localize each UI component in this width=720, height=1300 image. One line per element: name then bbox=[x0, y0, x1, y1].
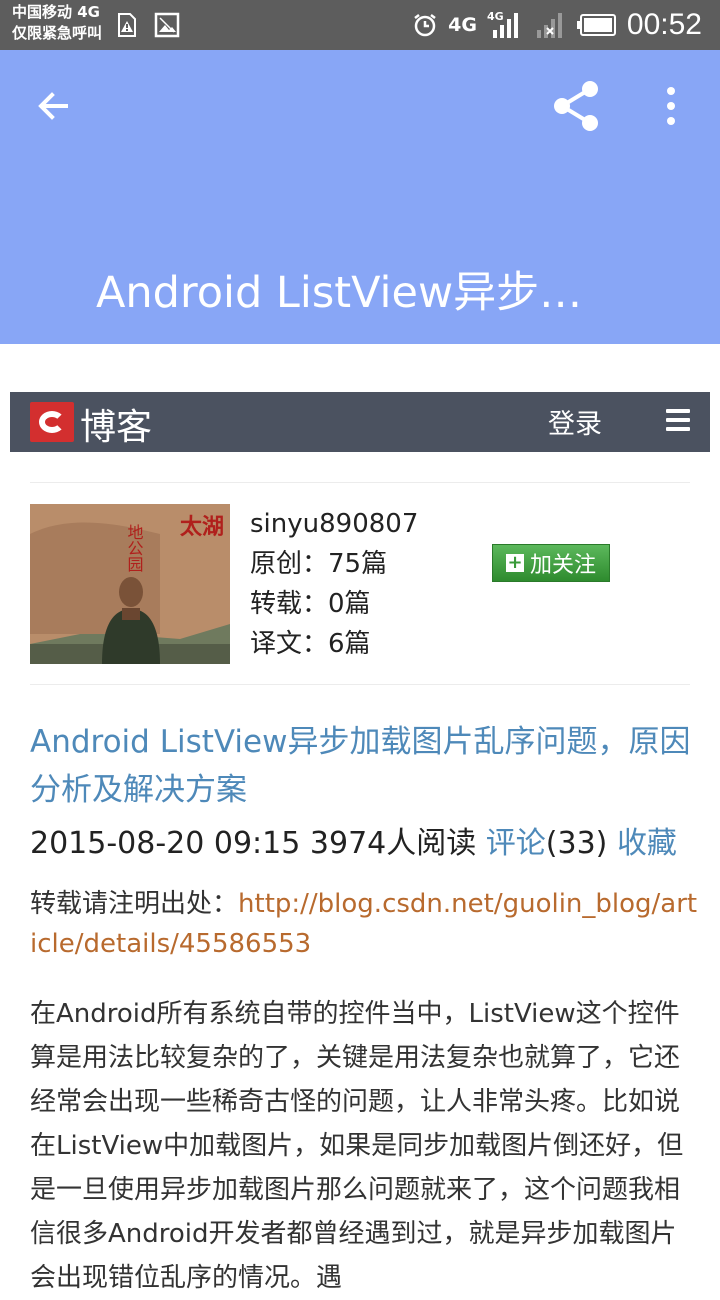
more-vert-icon[interactable] bbox=[656, 84, 686, 128]
avatar[interactable]: 太湖 地公园 bbox=[30, 504, 230, 664]
hamburger-menu-icon[interactable] bbox=[666, 409, 690, 435]
svg-text:太湖: 太湖 bbox=[180, 514, 224, 540]
follow-button[interactable]: + 加关注 bbox=[492, 544, 610, 582]
comments-count: (33) bbox=[545, 826, 608, 861]
follow-label: 加关注 bbox=[529, 553, 596, 578]
article-meta: 2015-08-20 09:15 3974人阅读 评论(33) 收藏 bbox=[30, 818, 677, 862]
divider bbox=[30, 482, 690, 483]
original-count: 原创：75篇 bbox=[250, 549, 388, 579]
clock: 00:52 bbox=[626, 8, 702, 41]
battery-icon bbox=[576, 14, 616, 36]
emergency-only-label: 仅限紧急呼叫 bbox=[12, 24, 103, 42]
article-title[interactable]: Android ListView异步加载图片乱序问题，原因分析及解决方案 bbox=[30, 718, 700, 814]
repost-notice: 转载请注明出处：http://blog.csdn.net/guolin_blog… bbox=[30, 884, 700, 964]
profile-info: sinyu890807 原创：75篇 转载：0篇 译文：6篇 bbox=[250, 504, 418, 664]
back-arrow-icon[interactable] bbox=[30, 86, 80, 126]
blog-logo-text[interactable]: 博客 bbox=[80, 398, 152, 450]
signal-icon: 4G bbox=[487, 10, 518, 38]
image-icon bbox=[154, 12, 180, 38]
carrier-name: 中国移动 4G bbox=[12, 3, 100, 21]
translated-count: 译文：6篇 bbox=[250, 629, 371, 659]
app-bar: Android ListView异步… bbox=[0, 50, 720, 344]
publish-datetime: 2015-08-20 09:15 bbox=[30, 826, 301, 861]
alarm-icon bbox=[414, 14, 436, 37]
carrier-info: 中国移动 4G 仅限紧急呼叫 bbox=[12, 2, 102, 44]
article-body: 在Android所有系统自带的控件当中，ListView这个控件算是用法比较复杂… bbox=[30, 999, 684, 1293]
repost-count: 转载：0篇 bbox=[250, 589, 371, 619]
plus-icon: + bbox=[505, 552, 524, 573]
signal-off-icon bbox=[536, 13, 562, 38]
page-title: Android ListView异步… bbox=[96, 268, 583, 318]
repost-notice-label: 转载请注明出处： bbox=[30, 889, 239, 919]
read-count: 3974人阅读 bbox=[309, 826, 477, 861]
comments-link[interactable]: 评论 bbox=[486, 826, 546, 861]
blog-header-bar: 博客 登录 bbox=[10, 392, 710, 452]
divider bbox=[30, 684, 690, 685]
username[interactable]: sinyu890807 bbox=[250, 504, 418, 544]
network-type-label: 4G bbox=[448, 14, 477, 36]
status-left-icons bbox=[114, 12, 180, 38]
login-link[interactable]: 登录 bbox=[548, 402, 602, 441]
share-icon[interactable] bbox=[548, 78, 604, 134]
favorite-link[interactable]: 收藏 bbox=[617, 826, 677, 861]
status-bar: 中国移动 4G 仅限紧急呼叫 4G 4G 00:52 bbox=[0, 0, 720, 50]
svg-text:4G: 4G bbox=[487, 10, 504, 23]
svg-text:地公园: 地公园 bbox=[125, 524, 144, 572]
csdn-logo-icon[interactable] bbox=[30, 402, 74, 442]
status-right-icons: 4G 4G 00:52 bbox=[412, 0, 702, 50]
sim-warning-icon bbox=[118, 13, 136, 37]
